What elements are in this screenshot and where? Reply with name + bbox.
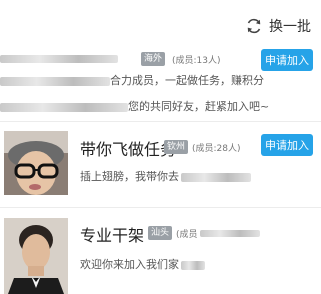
group-description-line2: 您的共同好友，赶紧加入吧~	[0, 98, 269, 114]
group-description: 插上翅膀，我带你去	[80, 168, 305, 184]
region-badge: 海外	[141, 52, 166, 66]
group-avatar	[4, 131, 68, 195]
divider	[0, 121, 321, 122]
blurred-text	[181, 260, 205, 270]
recommended-groups-panel: 换一批 海外 (成员:13人) 申请加入 合力成员，一起做任务，赚积分 您的共同…	[0, 0, 321, 294]
member-count: (成员:28人)	[192, 144, 241, 154]
blurred-text	[200, 230, 260, 237]
group-description: 合力成员，一起做任务，赚积分	[0, 72, 264, 88]
swap-batch-label: 换一批	[269, 19, 311, 35]
group-name: 带你飞做任务	[80, 140, 177, 159]
group-description: 欢迎你来加入我们家	[80, 256, 305, 272]
swap-batch-button[interactable]: 换一批	[245, 16, 311, 36]
divider	[0, 207, 321, 208]
member-count: (成员:13人)	[172, 56, 221, 66]
avatar-image	[4, 131, 68, 195]
join-group-button[interactable]: 申请加入	[261, 49, 313, 71]
group-name-blurred	[0, 55, 118, 63]
blurred-text	[181, 172, 251, 182]
region-badge: 汕头	[148, 226, 173, 240]
refresh-icon	[247, 18, 261, 34]
blurred-text	[0, 102, 128, 112]
region-badge: 钦州	[164, 140, 189, 154]
avatar-image	[4, 218, 68, 294]
group-name: 专业干架	[80, 226, 145, 245]
blurred-text	[0, 76, 110, 86]
group-avatar	[4, 218, 68, 294]
member-count: (成员	[176, 230, 198, 240]
join-group-button[interactable]: 申请加入	[261, 134, 313, 156]
